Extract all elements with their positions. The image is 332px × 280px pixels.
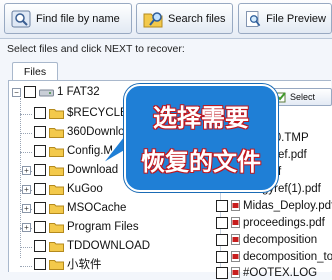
tree-checkbox[interactable]	[34, 258, 46, 270]
file-checkbox[interactable]	[216, 266, 228, 279]
find-by-name-icon	[11, 10, 31, 27]
tree-checkbox[interactable]	[34, 183, 46, 195]
file-checkbox[interactable]	[216, 233, 228, 246]
expand-icon[interactable]: +	[22, 165, 31, 175]
file-preview-label: File Preview	[266, 12, 326, 25]
tab-files[interactable]: Files	[12, 62, 58, 81]
folder-icon	[49, 241, 64, 252]
select-label: Select	[290, 92, 316, 102]
tree-folder-label: KuGoo	[67, 183, 103, 195]
tree-folder-label: MSOCache	[67, 202, 127, 214]
file-checkbox[interactable]	[216, 250, 228, 263]
instruction-text: Select files and click NEXT to recover:	[7, 43, 185, 55]
tree-folder[interactable]: + MSOCache	[22, 200, 126, 216]
annotation-callout: 选择需要 恢复的文件	[124, 84, 278, 192]
folder-icon	[49, 127, 64, 138]
folder-icon	[49, 203, 64, 214]
file-name: Midas_Deploy.pdf	[243, 199, 332, 212]
file-name: decomposition	[243, 233, 318, 246]
folder-icon	[49, 108, 64, 119]
pdf-file-icon	[231, 217, 240, 228]
pdf-file-icon	[231, 251, 240, 262]
tree-folder[interactable]: + KuGoo	[22, 181, 103, 197]
folder-icon	[49, 165, 64, 176]
drive-icon	[39, 89, 54, 96]
file-preview-icon	[246, 10, 261, 27]
file-row[interactable]: #OOTEX.LOG	[216, 265, 317, 280]
file-name: proceedings.pdf	[243, 216, 325, 229]
expand-icon[interactable]: +	[22, 222, 31, 232]
pdf-file-icon	[231, 200, 240, 211]
folder-icon	[49, 259, 64, 270]
select-button[interactable]: Select	[270, 88, 332, 106]
expand-icon[interactable]: +	[22, 184, 31, 194]
file-row[interactable]: proceedings.pdf	[216, 215, 325, 230]
tree-checkbox[interactable]	[34, 107, 46, 119]
file-preview-button[interactable]: File Preview	[238, 3, 332, 34]
tree-folder-label: TDDOWNLOAD	[67, 240, 151, 252]
search-files-icon	[143, 11, 163, 27]
tree-folder-label: Program Files	[67, 221, 139, 233]
tree-folder-label: 小软件	[67, 259, 102, 271]
search-files-label: Search files	[168, 12, 226, 25]
tree-checkbox[interactable]	[34, 202, 46, 214]
folder-icon	[49, 184, 64, 195]
callout-line-1: 选择需要	[153, 104, 250, 133]
tree-checkbox[interactable]	[34, 145, 46, 157]
file-checkbox[interactable]	[216, 216, 228, 229]
tree-root-label: 1 FAT32	[57, 86, 100, 98]
file-row[interactable]: decomposition_too	[216, 249, 332, 264]
pdf-file-icon	[231, 234, 240, 245]
find-file-by-name-button[interactable]: Find file by name	[4, 3, 132, 34]
folder-icon	[49, 146, 64, 157]
tree-checkbox[interactable]	[34, 164, 46, 176]
file-row[interactable]: decomposition	[216, 232, 317, 247]
file-name: #OOTEX.LOG	[243, 266, 318, 279]
callout-line-2: 恢复的文件	[141, 148, 262, 177]
tree-root-drive[interactable]: − 1 FAT32	[12, 84, 100, 100]
find-file-by-name-label: Find file by name	[36, 12, 120, 25]
tree-checkbox[interactable]	[34, 221, 46, 233]
collapse-icon[interactable]: −	[12, 87, 21, 97]
file-row[interactable]: Midas_Deploy.pdf	[216, 198, 332, 213]
pdf-file-icon	[231, 267, 240, 278]
expand-icon[interactable]: +	[22, 203, 31, 213]
folder-icon	[49, 222, 64, 233]
file-checkbox[interactable]	[216, 199, 228, 212]
tree-checkbox[interactable]	[34, 126, 46, 138]
tree-folder[interactable]: + Program Files	[22, 219, 139, 235]
toolbar: Find file by name Search files File Prev…	[0, 0, 332, 39]
search-files-button[interactable]: Search files	[136, 3, 233, 34]
tree-checkbox[interactable]	[24, 86, 36, 98]
tree-checkbox[interactable]	[34, 240, 46, 252]
tree-folder[interactable]: 小软件	[34, 256, 102, 272]
tree-folder[interactable]: TDDOWNLOAD	[34, 238, 150, 254]
file-name: decomposition_too	[243, 250, 332, 263]
